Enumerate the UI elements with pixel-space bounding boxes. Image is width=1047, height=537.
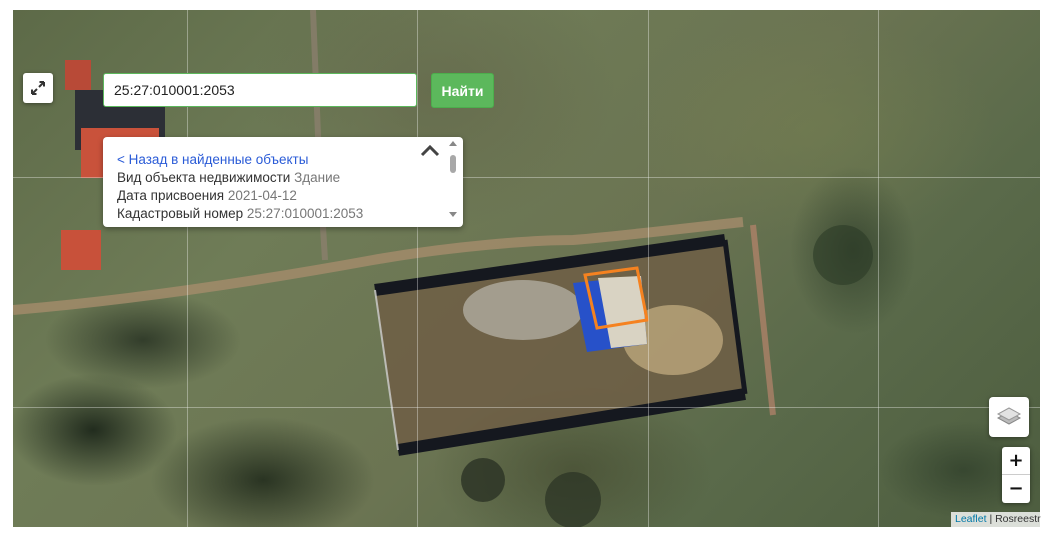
cadastral-number-value: 25:27:010001:2053 [246, 206, 364, 221]
popup-row-assign-date: Дата присвоения 2021-04-12 [117, 187, 363, 205]
leaflet-link[interactable]: Leaflet [955, 513, 987, 525]
tile-grid-line [878, 10, 879, 527]
assign-date-value: 2021-04-12 [227, 188, 297, 203]
layers-icon [996, 407, 1022, 425]
fullscreen-button[interactable] [23, 73, 53, 103]
tile-grid-line [13, 407, 1040, 408]
layers-button[interactable] [989, 397, 1029, 437]
tile-grid-line [648, 10, 649, 527]
zoom-in-button[interactable]: + [1002, 447, 1030, 475]
chevron-up-icon [420, 144, 440, 157]
cadastral-number-label: Кадастровый номер [117, 206, 244, 221]
object-type-label: Вид объекта недвижимости [117, 170, 291, 185]
zoom-out-button[interactable]: − [1002, 475, 1030, 503]
object-info-popup: < Назад в найденные объекты Вид объекта … [103, 137, 463, 227]
tile-grid-line [417, 10, 418, 527]
expand-icon [31, 81, 45, 95]
map-attribution: Leaflet | Rosreestr [951, 512, 1045, 527]
attribution-source: Rosreestr [995, 513, 1041, 525]
scroll-up-arrow-icon[interactable] [449, 141, 457, 146]
popup-scrollbar[interactable] [448, 141, 458, 223]
zoom-control: + − [1002, 447, 1030, 503]
popup-row-cadastral-number: Кадастровый номер 25:27:010001:2053 [117, 205, 363, 223]
assign-date-label: Дата присвоения [117, 188, 225, 203]
cadastral-search-input[interactable] [103, 73, 417, 107]
scroll-down-arrow-icon[interactable] [449, 212, 457, 217]
object-type-value: Здание [294, 170, 341, 185]
back-to-results-link[interactable]: < Назад в найденные объекты [117, 151, 363, 169]
popup-row-object-type: Вид объекта недвижимости Здание [117, 169, 363, 187]
scroll-thumb[interactable] [450, 155, 456, 173]
attribution-separator: | [986, 513, 996, 525]
search-button[interactable]: Найти [431, 73, 494, 108]
collapse-popup-button[interactable] [419, 141, 441, 159]
